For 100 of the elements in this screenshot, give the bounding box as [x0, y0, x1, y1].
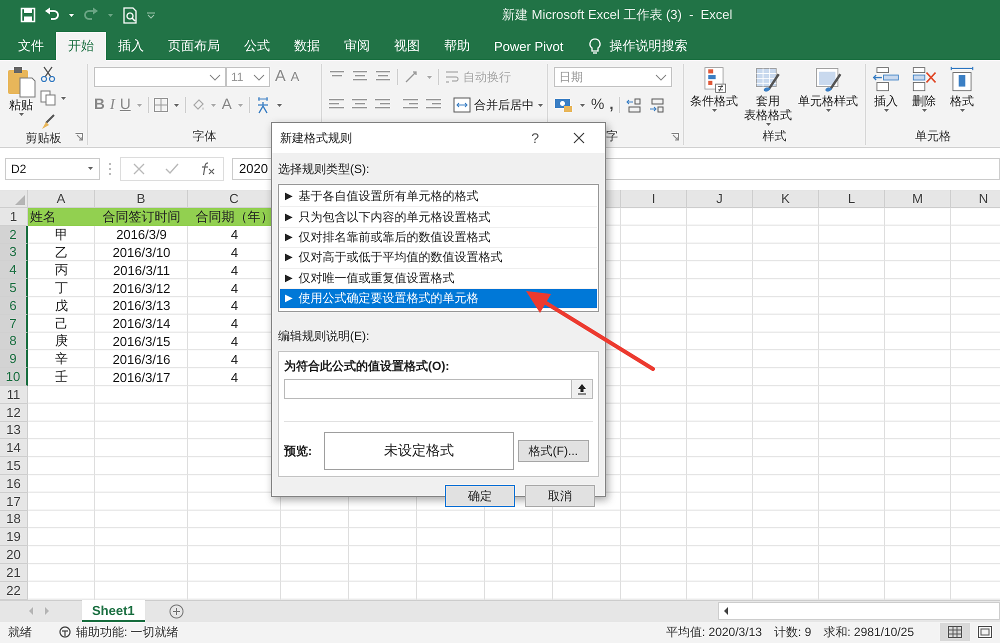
- close-icon[interactable]: [573, 132, 585, 144]
- ribbon-tab[interactable]: 文件: [6, 32, 56, 60]
- horizontal-scrollbar[interactable]: [718, 602, 1000, 620]
- caret-icon[interactable]: [87, 166, 94, 171]
- ribbon-tab[interactable]: 插入: [106, 32, 156, 60]
- caret-icon[interactable]: [209, 74, 221, 80]
- dialog-launcher-icon[interactable]: [75, 133, 83, 141]
- accessibility-icon[interactable]: [58, 625, 72, 640]
- caret-icon[interactable]: [579, 102, 586, 108]
- row-header[interactable]: 12: [0, 404, 28, 422]
- tell-me-search[interactable]: 操作说明搜索: [589, 32, 688, 60]
- row-header[interactable]: 11: [0, 386, 28, 404]
- cells-button[interactable]: 插入: [872, 64, 900, 127]
- caret-icon[interactable]: [68, 12, 75, 18]
- row-header[interactable]: 13: [0, 422, 28, 440]
- caret-icon[interactable]: [18, 112, 24, 117]
- row-header[interactable]: 18: [0, 510, 28, 528]
- rule-type-item[interactable]: ▶ 仅对高于或低于平均值的数值设置格式: [280, 248, 597, 269]
- cells-button[interactable]: 格式: [948, 64, 976, 127]
- ok-button[interactable]: 确定: [445, 485, 515, 508]
- help-button[interactable]: ?: [531, 130, 539, 146]
- ribbon-tab[interactable]: 视图: [382, 32, 432, 60]
- row-header[interactable]: 10: [0, 368, 28, 386]
- caret-icon[interactable]: [60, 96, 67, 100]
- ribbon-tab[interactable]: 数据: [282, 32, 332, 60]
- add-sheet-icon[interactable]: [168, 604, 184, 619]
- check-icon[interactable]: [165, 162, 179, 174]
- row-header[interactable]: 8: [0, 332, 28, 350]
- ribbon-tab[interactable]: 审阅: [332, 32, 382, 60]
- row-header[interactable]: 9: [0, 350, 28, 368]
- font-name-field[interactable]: [94, 67, 226, 87]
- copy-icon[interactable]: [40, 90, 56, 106]
- undo-icon[interactable]: [44, 7, 60, 23]
- paste-button[interactable]: 粘贴: [6, 64, 36, 130]
- print-preview-icon[interactable]: [122, 6, 138, 24]
- row-header[interactable]: 16: [0, 474, 28, 493]
- decrease-decimal-icon[interactable]: [648, 97, 666, 113]
- cells-button[interactable]: 删除: [910, 64, 938, 127]
- ribbon-tab[interactable]: 公式: [232, 32, 282, 60]
- row-header[interactable]: 1: [0, 208, 28, 226]
- column-header[interactable]: N: [951, 190, 1000, 208]
- column-header[interactable]: K: [753, 190, 819, 208]
- cancel-icon[interactable]: [133, 162, 145, 174]
- ribbon-tab[interactable]: Power Pivot: [482, 32, 576, 60]
- caret-icon[interactable]: [882, 108, 890, 113]
- caret-icon[interactable]: [824, 108, 832, 113]
- ribbon-tab[interactable]: 帮助: [432, 32, 482, 60]
- rule-type-item[interactable]: ▶ 基于各自值设置所有单元格的格式: [280, 187, 597, 208]
- borders-icon[interactable]: [154, 98, 168, 112]
- styles-button[interactable]: 套用 表格格式: [744, 64, 792, 127]
- merge-center-button[interactable]: 合并后居中: [453, 96, 544, 114]
- normal-view-icon[interactable]: [948, 626, 962, 638]
- styles-button[interactable]: 单元格样式: [798, 64, 858, 127]
- caret-icon[interactable]: [537, 102, 544, 108]
- format-painter-icon[interactable]: [40, 114, 56, 130]
- format-button[interactable]: 格式(F)...: [518, 440, 589, 462]
- caret-icon[interactable]: [958, 108, 966, 113]
- caret-icon[interactable]: [253, 74, 265, 80]
- insert-function-icon[interactable]: [199, 162, 215, 176]
- collapse-dialog-icon[interactable]: [577, 383, 587, 396]
- save-icon[interactable]: [20, 7, 36, 23]
- row-header[interactable]: 4: [0, 261, 28, 280]
- column-header[interactable]: A: [28, 190, 95, 208]
- column-header[interactable]: J: [687, 190, 753, 208]
- formula-field[interactable]: [284, 379, 593, 400]
- ribbon-tab[interactable]: 开始: [56, 32, 106, 60]
- caret-icon[interactable]: [655, 74, 667, 80]
- row-header[interactable]: 22: [0, 582, 28, 600]
- column-header[interactable]: M: [885, 190, 951, 208]
- name-box[interactable]: D2: [5, 158, 100, 180]
- fill-color-icon[interactable]: [190, 98, 205, 112]
- accounting-format-icon[interactable]: [554, 97, 574, 113]
- styles-button[interactable]: 条件格式: [690, 64, 738, 127]
- rule-type-item[interactable]: ▶ 使用公式确定要设置格式的单元格: [280, 288, 597, 310]
- rule-type-item[interactable]: ▶ 仅对排名靠前或靠后的数值设置格式: [280, 228, 597, 248]
- column-header[interactable]: L: [819, 190, 885, 208]
- caret-icon[interactable]: [276, 102, 283, 108]
- caret-icon[interactable]: [710, 108, 718, 113]
- row-header[interactable]: 2: [0, 226, 28, 244]
- sheet-tab[interactable]: Sheet1: [82, 600, 145, 622]
- row-header[interactable]: 6: [0, 296, 28, 315]
- caret-icon[interactable]: [172, 102, 180, 108]
- increase-decimal-icon[interactable]: [624, 97, 643, 113]
- row-header[interactable]: 20: [0, 546, 28, 564]
- column-header[interactable]: B: [95, 190, 188, 208]
- row-header[interactable]: 19: [0, 528, 28, 546]
- percent-button[interactable]: %: [591, 96, 604, 114]
- ribbon-tab[interactable]: 页面布局: [156, 32, 232, 60]
- dialog-launcher-icon[interactable]: [671, 133, 679, 141]
- cut-icon[interactable]: [40, 66, 56, 82]
- rule-type-item[interactable]: ▶ 只为包含以下内容的单元格设置格式: [280, 207, 597, 228]
- column-header[interactable]: I: [621, 190, 687, 208]
- redo-icon[interactable]: [83, 7, 99, 23]
- row-header[interactable]: 17: [0, 492, 28, 511]
- caret-icon[interactable]: [920, 108, 928, 113]
- row-header[interactable]: 15: [0, 457, 28, 475]
- row-header[interactable]: 21: [0, 564, 28, 582]
- cancel-button[interactable]: 取消: [525, 485, 595, 508]
- row-header[interactable]: 3: [0, 244, 28, 262]
- page-layout-icon[interactable]: [978, 626, 992, 638]
